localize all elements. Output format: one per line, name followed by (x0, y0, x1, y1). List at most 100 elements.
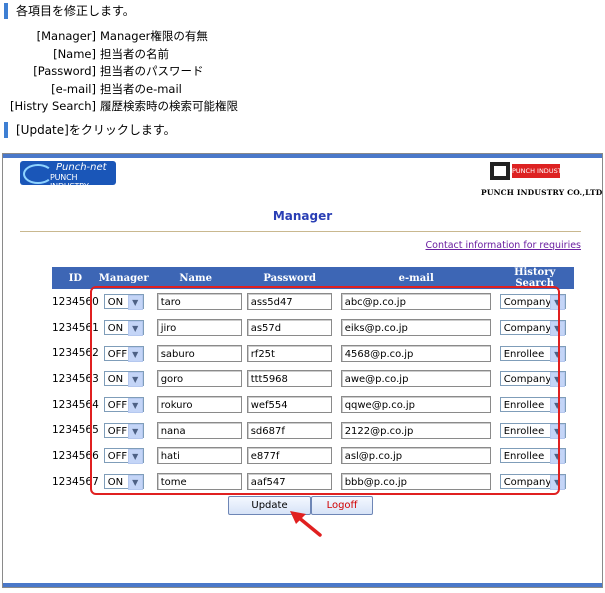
name-input[interactable]: saburo (156, 344, 242, 362)
manager-value: ON (107, 477, 124, 489)
chevron-down-icon[interactable]: ▼ (549, 475, 565, 491)
chevron-down-icon[interactable]: ▼ (127, 346, 143, 362)
row-id: 1234566 (52, 449, 99, 462)
name-input[interactable]: tome (156, 473, 242, 491)
email-input[interactable]: asl@p.co.jp (340, 447, 491, 465)
definition-key: [Name] (53, 46, 96, 61)
history-search-select[interactable]: Company ▼ (499, 371, 566, 388)
row-id: 1234561 (52, 321, 99, 334)
password-input[interactable]: ass5d47 (246, 293, 332, 311)
chevron-down-icon[interactable]: ▼ (549, 295, 565, 311)
row-id: 1234567 (52, 475, 99, 488)
table-row: 1234560 ON ▼ taro ass5d47 abc@p.co.jp Com… (52, 289, 574, 315)
definition-desc: 担当者のパスワード (100, 64, 204, 79)
chevron-down-icon[interactable]: ▼ (549, 449, 565, 465)
col-header-email: e-mail (336, 267, 496, 289)
punch-net-logo: Punch-net PUNCH INDUSTRY (20, 161, 116, 191)
history-search-select[interactable]: Enrollee ▼ (499, 448, 566, 465)
name-input[interactable]: taro (156, 293, 242, 311)
password-input[interactable]: e877f (246, 447, 332, 465)
chevron-down-icon[interactable]: ▼ (127, 449, 143, 465)
email-input[interactable]: 4568@p.co.jp (340, 344, 491, 362)
manager-select[interactable]: ON ▼ (103, 371, 144, 388)
history-value: Company (503, 374, 552, 386)
password-input[interactable]: as57d (246, 319, 332, 337)
manager-select[interactable]: OFF ▼ (103, 345, 144, 362)
password-input[interactable]: ttt5968 (246, 370, 332, 388)
definition-key: [e-mail] (51, 81, 96, 96)
manager-value: OFF (107, 348, 128, 360)
history-search-select[interactable]: Enrollee ▼ (499, 422, 566, 439)
name-input[interactable]: goro (156, 370, 242, 388)
password-input[interactable]: wef554 (246, 396, 332, 414)
email-input[interactable]: 2122@p.co.jp (340, 421, 491, 439)
name-input[interactable]: rokuro (156, 396, 242, 414)
field-definitions: [Manager] Manager権限の有無 [Name] 担当者の名前 [Pass… (0, 28, 250, 116)
manager-select[interactable]: ON ▼ (103, 474, 144, 491)
history-search-select[interactable]: Enrollee ▼ (499, 345, 566, 362)
manager-select[interactable]: OFF ▼ (103, 397, 144, 414)
definition-desc: 担当者の名前 (100, 46, 169, 61)
history-value: Enrollee (503, 451, 545, 463)
chevron-down-icon[interactable]: ▼ (549, 372, 565, 388)
logo-line2: PUNCH INDUSTRY (50, 173, 89, 191)
company-mark-icon (490, 162, 510, 180)
definition-row: [e-mail] 担当者のe-mail (0, 81, 250, 99)
history-search-select[interactable]: Company ▼ (499, 294, 566, 311)
manager-select[interactable]: ON ▼ (103, 294, 144, 311)
name-input[interactable]: hati (156, 447, 242, 465)
manager-value: OFF (107, 400, 128, 412)
definition-desc: 履歴検索時の検索可能権限 (100, 99, 238, 114)
bottom-accent-bar (3, 583, 602, 587)
pointer-arrow-icon (290, 511, 322, 537)
history-search-select[interactable]: Company ▼ (499, 474, 566, 491)
email-input[interactable]: abc@p.co.jp (340, 293, 491, 311)
name-input[interactable]: jiro (156, 319, 242, 337)
company-name: PUNCH INDUSTRY CO.,LTD (481, 188, 603, 197)
email-input[interactable]: eiks@p.co.jp (340, 319, 491, 337)
history-search-select[interactable]: Enrollee ▼ (499, 397, 566, 414)
chevron-down-icon[interactable]: ▼ (127, 398, 143, 414)
email-input[interactable]: qqwe@p.co.jp (340, 396, 491, 414)
col-header-password: Password (242, 267, 337, 289)
table-row: 1234561 ON ▼ jiro as57d eiks@p.co.jp Comp… (52, 315, 574, 341)
history-value: Enrollee (503, 348, 545, 360)
table-row: 1234566 OFF ▼ hati e877f asl@p.co.jp Enro… (52, 443, 574, 469)
chevron-down-icon[interactable]: ▼ (127, 321, 143, 337)
email-input[interactable]: bbb@p.co.jp (340, 473, 491, 491)
manager-value: OFF (107, 451, 128, 463)
history-value: Enrollee (503, 425, 545, 437)
manager-select[interactable]: OFF ▼ (103, 448, 144, 465)
definition-key: [Histry Search] (9, 99, 96, 114)
name-input[interactable]: nana (156, 421, 242, 439)
col-header-id: ID (52, 267, 99, 289)
password-input[interactable]: sd687f (246, 421, 332, 439)
history-value: Enrollee (503, 400, 545, 412)
email-input[interactable]: awe@p.co.jp (340, 370, 491, 388)
manager-select[interactable]: ON ▼ (103, 320, 144, 337)
chevron-down-icon[interactable]: ▼ (549, 321, 565, 337)
row-id: 1234563 (52, 372, 99, 385)
chevron-down-icon[interactable]: ▼ (549, 346, 565, 362)
row-id: 1234564 (52, 398, 99, 411)
manager-table: ID Manager Name Password e-mail History … (52, 267, 574, 495)
col-header-history: History Search (495, 267, 574, 289)
definition-key: [Password] (33, 64, 96, 79)
password-input[interactable]: rf25t (246, 344, 332, 362)
password-input[interactable]: aaf547 (246, 473, 332, 491)
chevron-down-icon[interactable]: ▼ (549, 398, 565, 414)
history-search-select[interactable]: Company ▼ (499, 320, 566, 337)
chevron-down-icon[interactable]: ▼ (127, 372, 143, 388)
col-header-name: Name (148, 267, 243, 289)
chevron-down-icon[interactable]: ▼ (127, 475, 143, 491)
chevron-down-icon[interactable]: ▼ (127, 295, 143, 311)
step-1-instruction: 各項目を修正します。 (4, 3, 135, 19)
chevron-down-icon[interactable]: ▼ (127, 423, 143, 439)
history-value: Company (503, 477, 552, 489)
manager-select[interactable]: OFF ▼ (103, 422, 144, 439)
table-row: 1234567 ON ▼ tome aaf547 bbb@p.co.jp Comp… (52, 469, 574, 495)
history-value: Company (503, 297, 552, 309)
contact-link[interactable]: Contact information for requiries (426, 240, 581, 251)
chevron-down-icon[interactable]: ▼ (549, 423, 565, 439)
row-id: 1234562 (52, 347, 99, 360)
